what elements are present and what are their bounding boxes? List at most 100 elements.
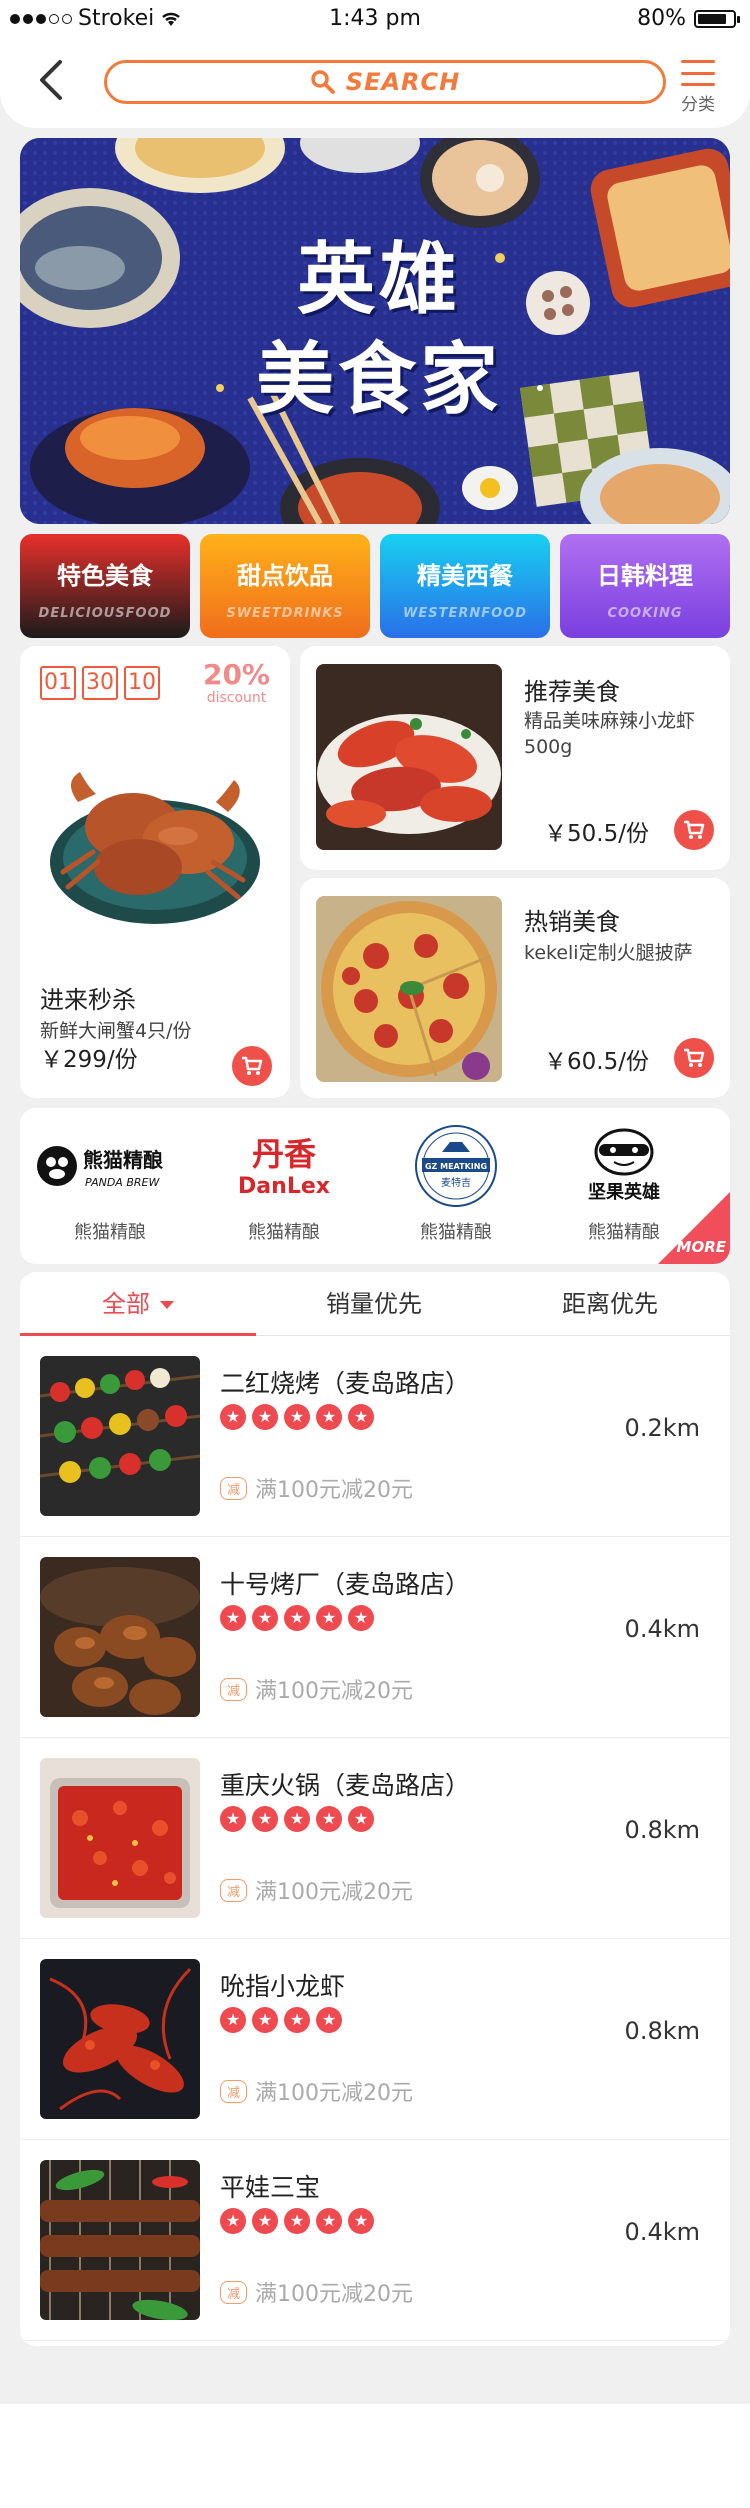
- brand-logo-sub: PANDA BREW: [85, 1176, 160, 1189]
- restaurant-distance: 0.4km: [624, 2218, 700, 2246]
- star-icon: ★: [252, 1404, 278, 1430]
- restaurant-image: [40, 2160, 200, 2320]
- star-icon: ★: [316, 1404, 342, 1430]
- battery-percent: 80%: [637, 6, 686, 31]
- star-icon: ★: [316, 2208, 342, 2234]
- brand-logo-sub: DanLex: [238, 1174, 330, 1199]
- flash-sale-title: 进来秒杀: [40, 986, 136, 1014]
- category-label: 精美西餐: [417, 562, 513, 590]
- category-label: 甜点饮品: [237, 562, 333, 590]
- status-bar: Strokei 1:43 pm 80%: [0, 0, 750, 38]
- rating-stars: ★ ★ ★ ★: [220, 2007, 342, 2033]
- crayfish-image: [316, 664, 502, 850]
- brand-logo: 丹香 DanLex: [204, 1122, 364, 1210]
- star-icon: ★: [284, 1404, 310, 1430]
- star-icon: ★: [348, 1404, 374, 1430]
- category-label: 特色美食: [57, 562, 153, 590]
- brand-item[interactable]: GZ MEATKING 麦特吉 熊猫精酿: [376, 1122, 536, 1252]
- discount-percent: 20%: [202, 658, 270, 691]
- sort-tab-label: 距离优先: [562, 1290, 658, 1318]
- restaurant-row[interactable]: 吮指小龙虾 ★ ★ ★ ★ 0.8km 减满100元减20元: [20, 1939, 730, 2140]
- cart-icon: [684, 1048, 705, 1067]
- brand-logo: 熊猫精酿 PANDA BREW: [30, 1122, 190, 1210]
- category-tab-japanese-korean[interactable]: 日韩料理 COOKING: [560, 534, 730, 638]
- restaurant-row[interactable]: 平娃三宝 ★ ★ ★ ★ ★ 0.4km 减满100元减20元: [20, 2140, 730, 2341]
- hot-selling-food-card[interactable]: 热销美食 kekeli定制火腿披萨 ￥60.5/份: [300, 878, 730, 1098]
- discount-badge: 20% discount: [202, 658, 270, 707]
- restaurant-name: 十号烤厂（麦岛路店）: [220, 1570, 471, 1599]
- brand-item[interactable]: 丹香 DanLex 熊猫精酿: [204, 1122, 364, 1252]
- add-to-cart-button[interactable]: [674, 810, 714, 850]
- category-sublabel: COOKING: [607, 606, 683, 621]
- restaurant-row[interactable]: 十号烤厂（麦岛路店） ★ ★ ★ ★ ★ 0.4km 减满100元减20元: [20, 1537, 730, 1738]
- recommended-food-card[interactable]: 推荐美食 精品美味麻辣小龙虾500g ￥50.5/份: [300, 646, 730, 870]
- recommend-desc: 精品美味麻辣小龙虾500g: [524, 710, 696, 758]
- category-menu-button[interactable]: 分类: [676, 58, 720, 118]
- brand-logo-text: GZ MEATKING: [425, 1162, 487, 1171]
- brand-logo-text: 坚果英雄: [588, 1181, 660, 1203]
- add-to-cart-button[interactable]: [674, 1038, 714, 1078]
- restaurant-name: 重庆火锅（麦岛路店）: [220, 1771, 471, 1800]
- flash-sale-card[interactable]: 01 30 10 20% discount 进来秒杀 新鲜大闸蟹4只/份 ￥29…: [20, 646, 290, 1098]
- timer-seconds: 10: [124, 666, 160, 700]
- more-brands-button[interactable]: MORE: [658, 1192, 730, 1264]
- star-icon: ★: [220, 2208, 246, 2234]
- promo-text: 满100元减20元: [255, 1679, 414, 1704]
- sort-tab-sales[interactable]: 销量优先: [256, 1272, 492, 1336]
- crab-image: [50, 772, 260, 924]
- restaurant-name: 平娃三宝: [220, 2173, 321, 2202]
- promo-info: 减满100元减20元: [220, 1874, 413, 1906]
- battery: 80%: [637, 6, 740, 31]
- hot-desc: kekeli定制火腿披萨: [524, 942, 693, 964]
- timer-hours: 01: [40, 666, 76, 700]
- category-tab-desserts[interactable]: 甜点饮品 SWEETDRINKS: [200, 534, 370, 638]
- category-sublabel: DELICIOUSFOOD: [38, 606, 172, 621]
- star-icon: ★: [316, 2007, 342, 2033]
- discount-tag: 减: [220, 1677, 248, 1701]
- promo-text: 满100元减20元: [255, 2081, 414, 2106]
- rating-stars: ★ ★ ★ ★ ★: [220, 1806, 374, 1832]
- star-icon: ★: [348, 1806, 374, 1832]
- cart-icon: [684, 820, 705, 839]
- restaurant-row[interactable]: 二红烧烤（麦岛路店） ★ ★ ★ ★ ★ 0.2km 减满100元减20元: [20, 1336, 730, 1537]
- brand-name: 熊猫精酿: [248, 1222, 320, 1243]
- sort-tab-all[interactable]: 全部: [20, 1272, 256, 1336]
- promo-info: 减满100元减20元: [220, 1472, 413, 1504]
- star-icon: ★: [348, 2208, 374, 2234]
- hot-price: ￥60.5/份: [544, 1049, 649, 1075]
- star-icon: ★: [252, 2007, 278, 2033]
- pizza-image: [316, 896, 502, 1082]
- star-icon: ★: [284, 2208, 310, 2234]
- promo-info: 减满100元减20元: [220, 2276, 413, 2308]
- category-tab-western[interactable]: 精美西餐 WESTERNFOOD: [380, 534, 550, 638]
- rating-stars: ★ ★ ★ ★ ★: [220, 1605, 374, 1631]
- recommend-title: 推荐美食: [524, 678, 620, 706]
- restaurant-distance: 0.8km: [624, 2017, 700, 2045]
- category-tab-special[interactable]: 特色美食 DELICIOUSFOOD: [20, 534, 190, 638]
- category-tabs: 特色美食 DELICIOUSFOOD 甜点饮品 SWEETDRINKS 精美西餐…: [20, 534, 730, 638]
- brand-name: 熊猫精酿: [74, 1222, 146, 1243]
- category-sublabel: SWEETDRINKS: [226, 606, 344, 621]
- add-to-cart-button[interactable]: [232, 1046, 272, 1086]
- sort-tab-distance[interactable]: 距离优先: [492, 1272, 728, 1336]
- promo-banner[interactable]: 英雄 美食家: [20, 138, 730, 524]
- star-icon: ★: [316, 1806, 342, 1832]
- hot-title: 热销美食: [524, 908, 620, 936]
- banner-title-line2: 美食家: [255, 334, 502, 425]
- promo-text: 满100元减20元: [255, 2282, 414, 2307]
- category-label: 日韩料理: [597, 562, 693, 590]
- restaurant-row[interactable]: 重庆火锅（麦岛路店） ★ ★ ★ ★ ★ 0.8km 减满100元减20元: [20, 1738, 730, 1939]
- restaurant-distance: 0.2km: [624, 1414, 700, 1442]
- brand-logo-text: 丹香: [252, 1135, 316, 1173]
- promo-text: 满100元减20元: [255, 1880, 414, 1905]
- banner-title-line1: 英雄: [296, 234, 461, 325]
- star-icon: ★: [348, 1605, 374, 1631]
- brand-item[interactable]: 熊猫精酿 PANDA BREW 熊猫精酿: [30, 1122, 190, 1252]
- restaurant-image: [40, 1557, 200, 1717]
- restaurant-image: [40, 1356, 200, 1516]
- star-icon: ★: [220, 1404, 246, 1430]
- search-input[interactable]: SEARCH: [104, 60, 666, 104]
- star-icon: ★: [252, 2208, 278, 2234]
- discount-label: discount: [206, 690, 267, 706]
- back-icon[interactable]: [34, 58, 70, 102]
